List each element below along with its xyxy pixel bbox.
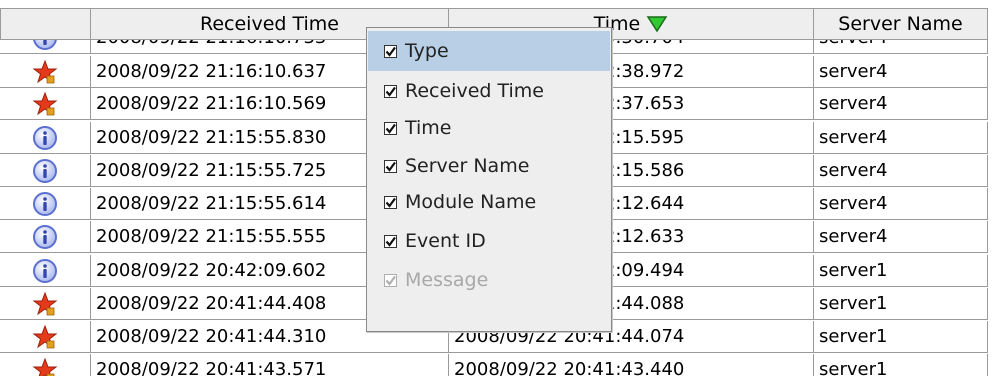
menu-item-label: Message — [405, 269, 489, 291]
column-visibility-menu: Type Received Time Time Server Name Module N… — [366, 27, 612, 332]
checkbox-icon — [384, 159, 397, 173]
checkbox-icon — [384, 44, 397, 58]
checkbox-icon — [384, 84, 397, 98]
table-row[interactable]: 2008/09/22 20:41:43.571 2008/09/22 20:41:… — [0, 354, 1003, 376]
server-name-cell: server4 — [813, 188, 988, 220]
menu-item-received-time[interactable]: Received Time — [368, 71, 610, 111]
menu-item-label: Event ID — [405, 230, 486, 252]
checkmark-icon — [385, 275, 396, 286]
server-name-cell: server4 — [813, 155, 988, 187]
checkmark-icon — [385, 123, 396, 134]
checkmark-icon — [385, 161, 396, 172]
menu-item-event-id[interactable]: Event ID — [368, 221, 610, 261]
type-cell — [0, 56, 90, 88]
type-cell — [0, 288, 90, 320]
column-header-received-time-label: Received Time — [200, 13, 339, 35]
type-cell — [0, 354, 90, 376]
server-name-cell: server1 — [813, 354, 988, 376]
menu-item-label: Module Name — [405, 191, 537, 213]
checkbox-icon — [384, 234, 397, 248]
server-name-cell: server1 — [813, 255, 988, 287]
checkmark-icon — [385, 86, 396, 97]
type-cell — [0, 122, 90, 154]
checkmark-icon — [385, 236, 396, 247]
server-name-cell: server1 — [813, 321, 988, 353]
server-name-cell: server1 — [813, 288, 988, 320]
menu-item-type[interactable]: Type — [368, 31, 610, 71]
server-name-cell: server4 — [813, 88, 988, 120]
type-cell — [0, 188, 90, 220]
info-icon — [33, 224, 57, 249]
menu-item-label: Type — [405, 40, 449, 62]
menu-item-server-name[interactable]: Server Name — [368, 146, 610, 186]
error-star-icon — [32, 91, 58, 115]
menu-item-label: Server Name — [405, 155, 530, 177]
received-time-cell: 2008/09/22 20:41:43.571 — [90, 354, 448, 376]
error-star-icon — [32, 357, 58, 376]
menu-item-label: Time — [405, 117, 452, 139]
server-name-cell: server4 — [813, 122, 988, 154]
type-cell — [0, 321, 90, 353]
type-cell — [0, 255, 90, 287]
checkbox-icon — [384, 195, 397, 209]
error-star-icon — [32, 291, 58, 315]
column-header-server-name-label: Server Name — [838, 13, 963, 35]
checkmark-icon — [385, 46, 396, 57]
sort-descending-icon — [646, 16, 668, 33]
server-name-cell: server4 — [813, 56, 988, 88]
menu-item-module-name[interactable]: Module Name — [368, 182, 610, 222]
checkbox-icon — [384, 273, 397, 287]
menu-item-message: Message — [368, 260, 610, 300]
info-icon — [33, 158, 57, 183]
menu-item-label: Received Time — [405, 80, 544, 102]
info-icon — [33, 191, 57, 216]
checkmark-icon — [385, 197, 396, 208]
info-icon — [33, 258, 57, 283]
error-star-icon — [32, 59, 58, 83]
server-name-cell: server4 — [813, 221, 988, 253]
column-header-type[interactable] — [0, 8, 90, 40]
info-icon — [33, 125, 57, 150]
type-cell — [0, 88, 90, 120]
column-header-server-name[interactable]: Server Name — [813, 8, 988, 40]
menu-item-time[interactable]: Time — [368, 108, 610, 148]
checkbox-icon — [384, 121, 397, 135]
type-cell — [0, 155, 90, 187]
type-cell — [0, 221, 90, 253]
time-cell: 2008/09/22 20:41:43.440 — [448, 354, 813, 376]
error-star-icon — [32, 324, 58, 348]
